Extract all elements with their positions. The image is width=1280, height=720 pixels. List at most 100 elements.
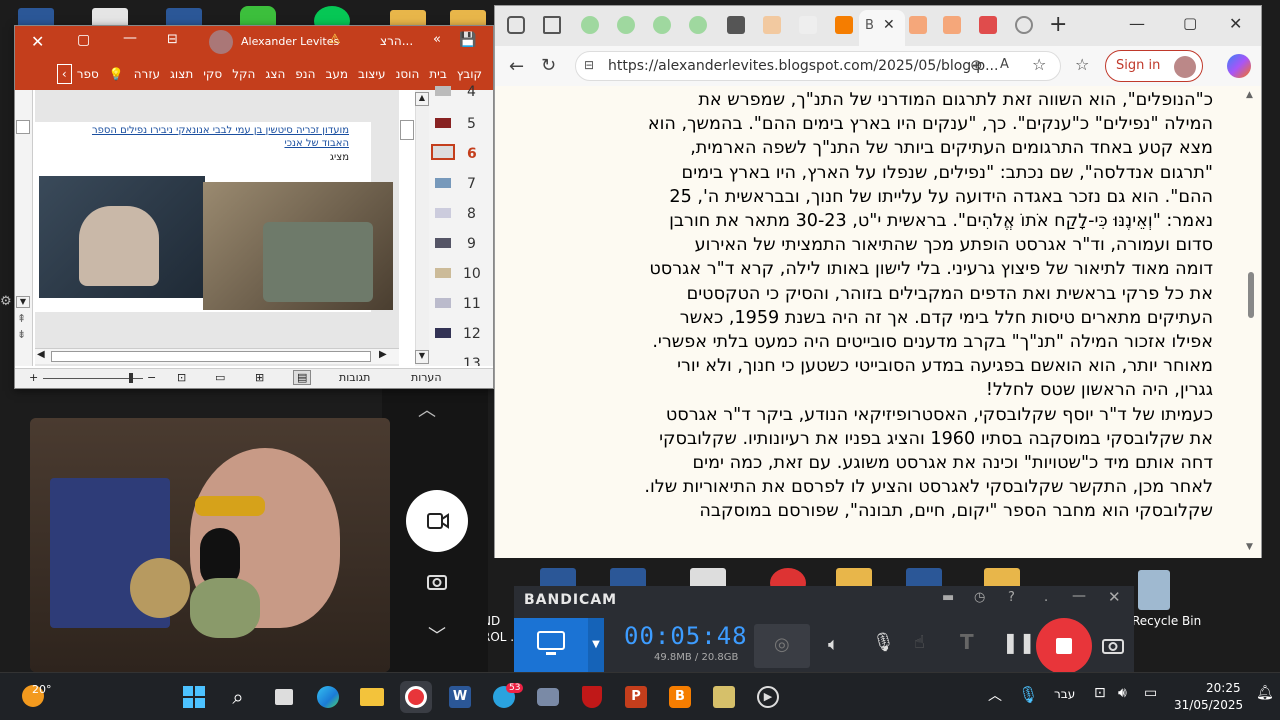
gear-icon[interactable]: ⚙ [0,294,12,309]
minimize-icon[interactable]: — [1072,588,1086,604]
page-scroll-thumb[interactable] [1248,272,1254,318]
pause-icon[interactable]: ❚❚ [1002,630,1036,654]
next-slide-icon[interactable]: ⇟ [17,328,26,341]
close-icon[interactable]: ✕ [1108,588,1121,606]
reading-view-icon[interactable]: ▭ [215,371,225,384]
scroll-down-icon[interactable]: ▼ [1246,542,1253,552]
scroll-up-icon[interactable]: ▲ [415,92,429,106]
tab-actions-icon[interactable] [543,16,561,34]
lightbulb-icon[interactable]: 💡 [104,67,129,81]
tab-slideshow[interactable]: הצג [260,67,290,81]
tab-transitions[interactable]: מעב [320,67,353,81]
chevron-up-icon[interactable]: ︿ [988,685,1002,705]
slide-canvas[interactable]: מועדון זכריה סיטשין בן עמי לבבי אנונאקי … [35,122,393,312]
notifications-icon[interactable]: 🔔︎ [1256,685,1274,701]
slide-photo-left[interactable] [39,176,205,298]
scroll-down-icon[interactable]: ▼ [16,296,30,308]
refresh-icon[interactable]: ↻ [541,55,556,76]
tab-favicon[interactable] [799,16,817,34]
vertical-scroll-thumb[interactable] [400,120,414,140]
chevron-right-icon[interactable]: › [56,64,72,84]
horizontal-scroll-thumb[interactable] [51,351,371,362]
read-aloud-icon[interactable]: A [1000,57,1009,72]
slide-photo-right[interactable] [203,182,393,310]
clock-date[interactable]: 31/05/2025 [1174,698,1243,712]
folder-icon[interactable]: ▬ [942,590,954,605]
close-tab-icon[interactable]: ✕ [883,17,895,33]
address-bar[interactable]: ⊟ https://alexanderlevites.blogspot.com/… [575,51,1061,81]
stop-record-button[interactable] [1036,618,1092,674]
word-icon[interactable]: W [444,681,476,713]
avatar[interactable] [209,30,233,54]
zoom-icon[interactable]: ⊕ [970,56,983,74]
clock-time[interactable]: 20:25 [1206,681,1241,695]
recycle-bin-icon[interactable] [1138,570,1170,610]
bandicam-taskbar-icon[interactable] [400,681,432,713]
installer-icon[interactable] [708,681,740,713]
slide-thumb[interactable] [435,268,451,278]
battery-icon[interactable]: ▭ [1144,685,1157,701]
zoom-slider[interactable] [43,378,143,379]
workspaces-icon[interactable] [507,16,525,34]
normal-view-icon[interactable]: ▤ [293,370,312,385]
slide-thumb[interactable] [435,328,451,338]
search-icon[interactable]: ⌕ [222,681,254,713]
thumbnails-scrollbar[interactable] [415,106,429,350]
microphone-tray-icon[interactable]: 🎙︎ [1018,685,1038,704]
copilot-icon[interactable] [1227,54,1251,78]
save-icon[interactable]: 💾 [459,32,476,48]
camera-icon[interactable] [426,570,448,592]
speaker-icon[interactable]: 🔈︎ [828,634,839,655]
notes-button[interactable]: הערות [411,371,442,384]
tab-review[interactable]: סקי [198,67,227,81]
tab-favicon[interactable] [689,16,707,34]
page-scrollbar[interactable]: ▲ ▼ [1243,86,1259,558]
help-icon[interactable]: ? [1008,590,1015,605]
tab-favicon[interactable] [979,16,997,34]
tab-insert[interactable]: הוסנ [391,67,425,81]
media-player-icon[interactable]: ▶ [752,681,784,713]
slide-thumb[interactable] [435,86,451,96]
zoom-slider-thumb[interactable] [129,373,133,383]
chevron-up-icon[interactable]: ︿ [418,396,436,422]
ribbon-display-icon[interactable]: ⊟ [167,32,178,47]
blogger-favicon[interactable] [835,16,853,34]
prev-slide-icon[interactable]: ⇞ [17,312,26,325]
tab-favicon[interactable] [909,16,927,34]
x-favicon[interactable] [727,16,745,34]
microphone-icon[interactable]: 🎙︎ [872,632,895,653]
task-view-icon[interactable] [268,681,300,713]
slide-thumb[interactable] [435,238,451,248]
screenshot-icon[interactable] [1102,636,1124,654]
horizontal-scrollbar[interactable]: ◀ ▶ [35,348,399,364]
file-explorer-icon[interactable] [356,681,388,713]
tab-favicon[interactable] [763,16,781,34]
scroll-left-icon[interactable]: ◀ [37,349,45,360]
tab-help[interactable]: עזרה [129,67,165,81]
active-tab[interactable]: B ✕ [859,10,905,46]
favorites-icon[interactable]: ☆ [1075,55,1089,74]
tab-favicon[interactable] [617,16,635,34]
clock-icon[interactable]: ◷ [974,590,985,605]
scroll-down-icon[interactable]: ▼ [415,350,429,364]
new-tab-icon[interactable]: + [1049,12,1067,37]
tab-design[interactable]: עיצוב [353,67,391,81]
network-icon[interactable]: ⊡ [1094,685,1106,701]
zoom-in-icon[interactable]: + [29,371,38,384]
sorter-view-icon[interactable]: ⊞ [255,371,264,384]
tab-favicon[interactable] [653,16,671,34]
tab-file[interactable]: קובץ [452,67,487,81]
tab-book[interactable]: ספר [72,67,104,81]
scroll-right-icon[interactable]: ▶ [379,349,387,360]
slide-link[interactable]: מועדון זכריה סיטשין בן עמי לבבי אנונאקי … [65,124,349,150]
mcafee-icon[interactable] [576,681,608,713]
back-icon[interactable]: ← [509,56,524,77]
video-camera-button[interactable] [406,490,468,552]
volume-icon[interactable]: 🔊︎ [1118,685,1127,701]
slide-thumb-active[interactable] [431,144,455,160]
zoom-out-icon[interactable]: − [147,371,156,384]
close-icon[interactable]: ✕ [31,32,44,51]
mouse-icon[interactable]: ☝︎ [914,632,925,653]
chevron-down-icon[interactable]: ﹀ [428,622,446,648]
tab-view[interactable]: תצוג [165,67,198,81]
